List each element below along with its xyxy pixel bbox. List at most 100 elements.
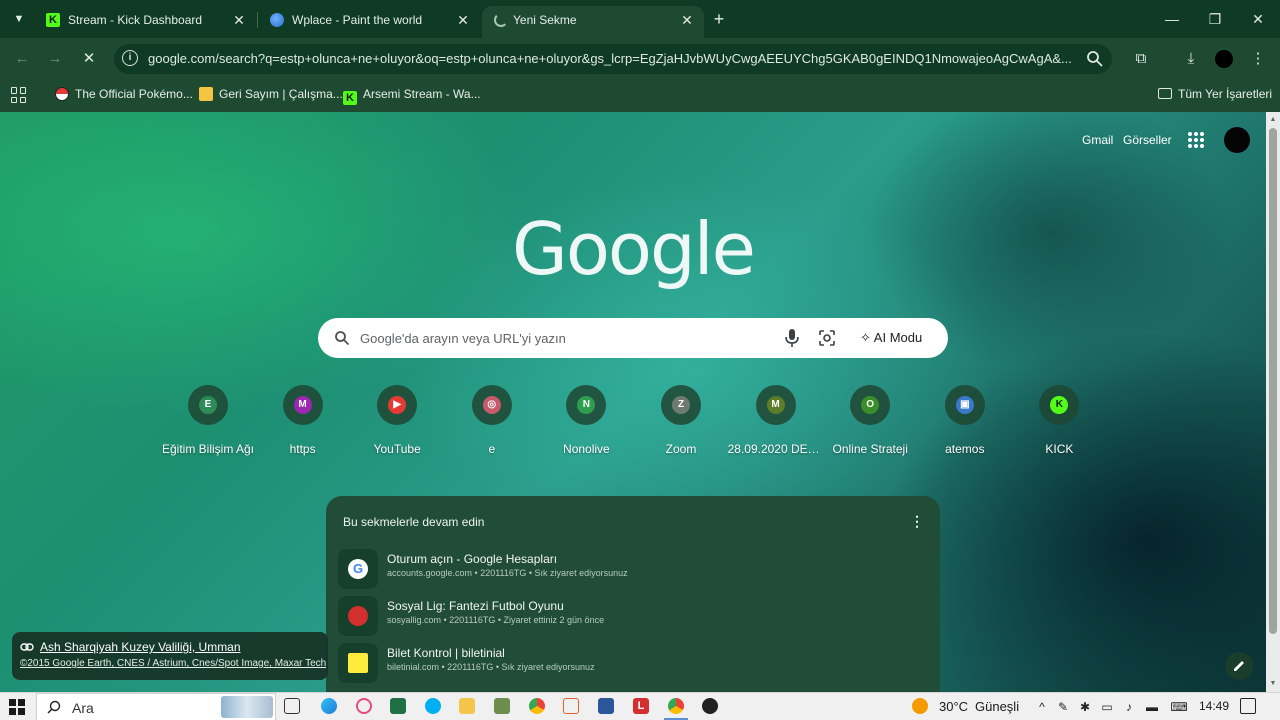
tab-kick-dashboard[interactable]: K Stream - Kick Dashboard ✕: [34, 6, 256, 38]
scrollbar-thumb[interactable]: [1269, 128, 1277, 634]
clock[interactable]: 14:49: [1199, 699, 1229, 713]
network-icon[interactable]: ▭: [1099, 699, 1115, 715]
shortcut-icon: ▶: [377, 385, 418, 425]
weather-sun-icon[interactable]: [912, 698, 928, 714]
continue-item-sosyallig[interactable]: Sosyal Lig: Fantezi Futbol Oyunu sosyall…: [338, 594, 934, 638]
skype-icon[interactable]: [425, 698, 441, 714]
weather-temp[interactable]: 30°C: [939, 699, 968, 714]
apps-grid-icon[interactable]: [11, 87, 27, 103]
search-box[interactable]: Google'da arayın veya URL'yi yazın ✧ AI …: [318, 318, 948, 358]
ai-mode-button[interactable]: ✧ AI Modu: [852, 324, 936, 352]
profile-avatar[interactable]: [1215, 50, 1233, 68]
bookmark-countdown[interactable]: Geri Sayım | Çalışma...: [199, 87, 343, 105]
background-caption[interactable]: Ash Sharqiyah Kuzey Valiliği, Umman ©201…: [12, 632, 328, 680]
close-window-button[interactable]: ✕: [1238, 6, 1278, 32]
shortcut-tile[interactable]: ◎ e: [444, 385, 540, 456]
continue-item-google-accounts[interactable]: G Oturum açın - Google Hesapları account…: [338, 547, 934, 591]
scroll-down-icon[interactable]: ▼: [1269, 680, 1277, 688]
close-icon[interactable]: ✕: [230, 11, 248, 29]
gmail-link[interactable]: Gmail: [1082, 133, 1113, 147]
tab-new-tab[interactable]: Yeni Sekme ✕: [482, 6, 704, 38]
download-icon[interactable]: ⤓: [1180, 48, 1202, 70]
tray-chevron-up-icon[interactable]: ^: [1034, 699, 1050, 715]
images-link[interactable]: Görseller: [1123, 133, 1172, 147]
continue-item-meta: sosyallig.com • 2201116TG • Ziyaret etti…: [387, 615, 605, 625]
shortcut-label: YouTube: [373, 442, 421, 456]
account-avatar[interactable]: [1224, 127, 1250, 153]
edge-icon[interactable]: [321, 698, 337, 714]
shortcut-tile[interactable]: N Nonolive: [538, 385, 634, 456]
kebab-menu-icon[interactable]: ⋮: [910, 512, 924, 530]
file-explorer-icon[interactable]: [459, 698, 475, 714]
shortcut-label: Nonolive: [563, 442, 610, 456]
site-info-icon[interactable]: i: [122, 50, 138, 66]
app-icon[interactable]: [494, 698, 510, 714]
shortcut-letter: M: [293, 396, 312, 414]
maximize-button[interactable]: ❐: [1195, 6, 1235, 32]
shortcut-icon: ▣: [944, 385, 985, 425]
background-location[interactable]: Ash Sharqiyah Kuzey Valiliği, Umman: [40, 640, 241, 654]
battery-icon[interactable]: ▬: [1144, 699, 1160, 715]
bluetooth-icon[interactable]: ✱: [1077, 699, 1093, 715]
continue-item-title: Bilet Kontrol | biletinial: [387, 646, 505, 660]
timer-icon: [199, 87, 213, 101]
continue-item-biletinial[interactable]: Bilet Kontrol | biletinial biletinial.co…: [338, 641, 934, 685]
close-icon[interactable]: ✕: [678, 11, 696, 29]
shortcut-tile[interactable]: K KICK: [1011, 385, 1107, 456]
bookmark-arsemi[interactable]: K Arsemi Stream - Wa...: [343, 87, 481, 105]
shortcut-tile[interactable]: Z Zoom: [633, 385, 729, 456]
globe-icon: [270, 13, 284, 27]
minimize-button[interactable]: —: [1152, 6, 1192, 32]
background-copyright[interactable]: ©2015 Google Earth, CNES / Astrium, Cnes…: [20, 658, 326, 669]
excel-icon[interactable]: [390, 698, 406, 714]
windows-start-icon[interactable]: [9, 699, 25, 715]
shortcut-label: KICK: [1045, 442, 1074, 456]
app-l-icon[interactable]: L: [633, 698, 649, 714]
shortcut-label: e: [488, 442, 496, 456]
shortcut-tile[interactable]: Mhttps: [255, 385, 351, 456]
page-scrollbar[interactable]: ▲ ▼: [1266, 112, 1280, 692]
google-lens-icon[interactable]: [818, 329, 836, 347]
tab-wplace[interactable]: Wplace - Paint the world ✕: [258, 6, 480, 38]
forward-button[interactable]: →: [43, 47, 67, 71]
new-tab-button[interactable]: +: [708, 8, 730, 30]
search-icon[interactable]: [1086, 50, 1104, 68]
chrome-icon[interactable]: [664, 698, 688, 720]
search-input[interactable]: Google'da arayın veya URL'yi yazın: [360, 331, 566, 346]
all-bookmarks[interactable]: Tüm Yer İşaretleri: [1158, 87, 1272, 105]
stop-loading-button[interactable]: ✕: [77, 47, 101, 71]
opera-icon[interactable]: [356, 698, 372, 714]
customize-button[interactable]: [1225, 652, 1253, 680]
pen-icon[interactable]: ✎: [1055, 699, 1071, 715]
shortcut-tile[interactable]: ▶ YouTube: [349, 385, 445, 456]
app-icon[interactable]: [702, 698, 718, 714]
taskbar-search[interactable]: Ara: [36, 693, 276, 720]
weather-desc[interactable]: Güneşli: [975, 699, 1019, 714]
close-icon[interactable]: ✕: [454, 11, 472, 29]
search-icon: [335, 331, 350, 346]
keyboard-icon[interactable]: ⌨: [1168, 699, 1190, 715]
task-view-icon[interactable]: [284, 698, 300, 714]
shortcut-tile[interactable]: ▣ atemos: [917, 385, 1013, 456]
address-bar[interactable]: i google.com/search?q=estp+olunca+ne+olu…: [114, 44, 1112, 74]
volume-icon[interactable]: ♪: [1121, 699, 1137, 715]
tab-title: Stream - Kick Dashboard: [68, 13, 203, 27]
chrome-icon[interactable]: [529, 698, 545, 714]
ai-mode-sparkle-icon: ✧: [860, 330, 874, 345]
bookmark-pokemon[interactable]: The Official Pokémo...: [55, 87, 193, 105]
shortcut-tile[interactable]: O Online Strateji: [822, 385, 918, 456]
bookmarks-bar: The Official Pokémo... Geri Sayım | Çalı…: [0, 80, 1280, 112]
extensions-puzzle-icon[interactable]: ⧉: [1130, 48, 1152, 70]
app-icon[interactable]: [563, 698, 579, 714]
tab-search-chevron-icon[interactable]: ▼: [8, 9, 30, 29]
back-button[interactable]: ←: [10, 47, 34, 71]
google-apps-icon[interactable]: [1188, 132, 1204, 148]
word-icon[interactable]: [598, 698, 614, 714]
shortcut-tile[interactable]: E Eğitim Bilişim Ağı: [160, 385, 256, 456]
address-url[interactable]: google.com/search?q=estp+olunca+ne+oluyo…: [148, 51, 1078, 66]
microphone-icon[interactable]: [784, 328, 800, 348]
shortcut-tile[interactable]: M 28.09.2020 DER...: [728, 385, 824, 456]
notification-icon[interactable]: [1240, 698, 1256, 714]
scroll-up-icon[interactable]: ▲: [1269, 116, 1277, 124]
menu-kebab-icon[interactable]: ⋮: [1247, 48, 1269, 70]
